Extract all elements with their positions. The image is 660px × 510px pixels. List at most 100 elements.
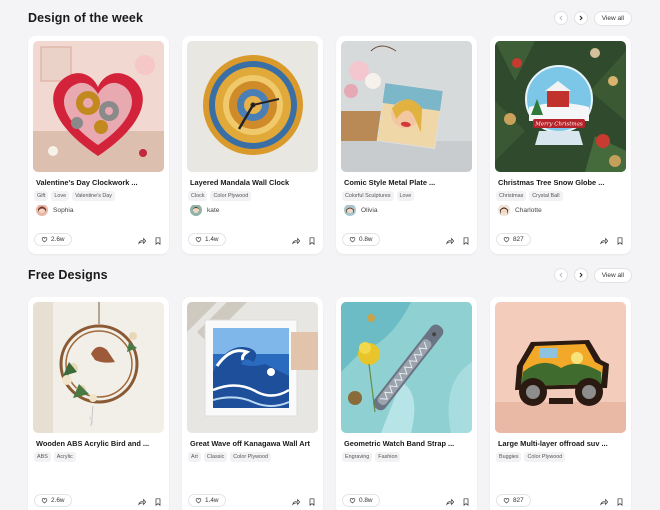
author-name: Charlotte [515, 206, 542, 214]
card-title: Layered Mandala Wall Clock [190, 178, 290, 187]
card-title: Large Multi-layer offroad suv ... [498, 439, 608, 448]
tag[interactable]: Fashion [375, 452, 401, 462]
like-button[interactable]: 1.4w [188, 233, 226, 246]
bookmark-icon[interactable] [308, 237, 316, 245]
design-card[interactable]: Large Multi-layer offroad suv ... Buggie… [490, 297, 631, 510]
card-thumbnail[interactable] [187, 302, 318, 433]
design-card[interactable]: Wooden ABS Acrylic Bird and ... ABS Acry… [28, 297, 169, 510]
section-header-design-of-week: Design of the week View all [28, 6, 632, 30]
like-count: 1.4w [205, 497, 219, 504]
like-count: 2.6w [51, 497, 65, 504]
tag[interactable]: Clock [188, 191, 208, 201]
tag[interactable]: Art [188, 452, 201, 462]
avatar [498, 204, 510, 216]
heart-icon [195, 498, 202, 504]
bookmark-icon[interactable] [462, 237, 470, 245]
share-icon[interactable] [292, 237, 300, 245]
bookmark-icon[interactable] [308, 498, 316, 506]
card-title: Great Wave off Kanagawa Wall Art [190, 439, 310, 448]
heart-icon [503, 237, 510, 243]
avatar [344, 204, 356, 216]
bookmark-icon[interactable] [616, 237, 624, 245]
tag[interactable]: ABS [34, 452, 51, 462]
bookmark-icon[interactable] [616, 498, 624, 506]
heart-icon [349, 498, 356, 504]
tag[interactable]: Color Plywood [230, 452, 272, 462]
tag[interactable]: Colorful Sculptures [342, 191, 394, 201]
share-icon[interactable] [600, 237, 608, 245]
card-thumbnail[interactable] [341, 41, 472, 172]
chevron-left-icon [559, 272, 563, 278]
like-button[interactable]: 1.4w [188, 494, 226, 507]
heart-icon [41, 237, 48, 243]
snow-globe-label: Merry Christmas [534, 122, 583, 128]
prev-arrow-button[interactable] [553, 11, 568, 25]
card-title: Comic Style Metal Plate ... [344, 178, 436, 187]
like-button[interactable]: 2.6w [34, 494, 72, 507]
card-thumbnail[interactable] [341, 302, 472, 433]
like-button[interactable]: 827 [496, 233, 531, 246]
tag[interactable]: Classic [203, 452, 228, 462]
bookmark-icon[interactable] [462, 498, 470, 506]
card-thumbnail[interactable] [33, 41, 164, 172]
prev-arrow-button[interactable] [553, 268, 568, 282]
share-icon[interactable] [446, 237, 454, 245]
like-count: 827 [513, 497, 524, 504]
tag[interactable]: Love [51, 191, 70, 201]
tag[interactable]: Crystal Ball [529, 191, 563, 201]
design-card[interactable]: Valentine's Day Clockwork ... Gift Love … [28, 36, 169, 254]
tag[interactable]: Color Plywood [210, 191, 252, 201]
card-title: Wooden ABS Acrylic Bird and ... [36, 439, 150, 448]
bookmark-icon[interactable] [154, 237, 162, 245]
like-count: 827 [513, 236, 524, 243]
like-button[interactable]: 0.8w [342, 494, 380, 507]
next-arrow-button[interactable] [573, 268, 588, 282]
author-name: Sophia [53, 206, 74, 214]
card-thumbnail[interactable] [33, 302, 164, 433]
chevron-right-icon [579, 15, 583, 21]
view-all-button[interactable]: View all [593, 267, 632, 283]
section-title: Free Designs [28, 268, 108, 282]
like-button[interactable]: 827 [496, 494, 531, 507]
card-thumbnail[interactable] [187, 41, 318, 172]
share-icon[interactable] [600, 498, 608, 506]
card-thumbnail[interactable]: Merry Christmas [495, 41, 626, 172]
avatar [36, 204, 48, 216]
card-thumbnail[interactable] [495, 302, 626, 433]
chevron-right-icon [579, 272, 583, 278]
like-button[interactable]: 0.8w [342, 233, 380, 246]
heart-icon [195, 237, 202, 243]
design-card[interactable]: Comic Style Metal Plate ... Colorful Scu… [336, 36, 477, 254]
tag[interactable]: Valentine's Day [72, 191, 115, 201]
tag[interactable]: Acrylic [53, 452, 76, 462]
design-card[interactable]: Geometric Watch Band Strap ... Engraving… [336, 297, 477, 510]
like-count: 1.4w [205, 236, 219, 243]
like-count: 0.8w [359, 236, 373, 243]
heart-icon [41, 498, 48, 504]
design-card[interactable]: Merry Christmas Christmas Tree Snow Glob… [490, 36, 631, 254]
author[interactable]: Sophia [36, 204, 74, 216]
design-card[interactable]: Great Wave off Kanagawa Wall Art Art Cla… [182, 297, 323, 510]
heart-icon [349, 237, 356, 243]
design-card[interactable]: Layered Mandala Wall Clock Clock Color P… [182, 36, 323, 254]
tag[interactable]: Love [396, 191, 415, 201]
card-title: Christmas Tree Snow Globe ... [498, 178, 605, 187]
author[interactable]: kate [190, 204, 219, 216]
tag[interactable]: Gift [34, 191, 49, 201]
view-all-button[interactable]: View all [593, 10, 632, 26]
avatar [190, 204, 202, 216]
bookmark-icon[interactable] [154, 498, 162, 506]
tag[interactable]: Engraving [342, 452, 373, 462]
share-icon[interactable] [138, 498, 146, 506]
next-arrow-button[interactable] [573, 11, 588, 25]
share-icon[interactable] [138, 237, 146, 245]
share-icon[interactable] [446, 498, 454, 506]
author[interactable]: Charlotte [498, 204, 542, 216]
tag[interactable]: Color Plywood [524, 452, 566, 462]
like-button[interactable]: 2.6w [34, 233, 72, 246]
tag[interactable]: Buggies [496, 452, 522, 462]
card-title: Valentine's Day Clockwork ... [36, 178, 138, 187]
author[interactable]: Olivia [344, 204, 378, 216]
share-icon[interactable] [292, 498, 300, 506]
tag[interactable]: Christmas [496, 191, 527, 201]
